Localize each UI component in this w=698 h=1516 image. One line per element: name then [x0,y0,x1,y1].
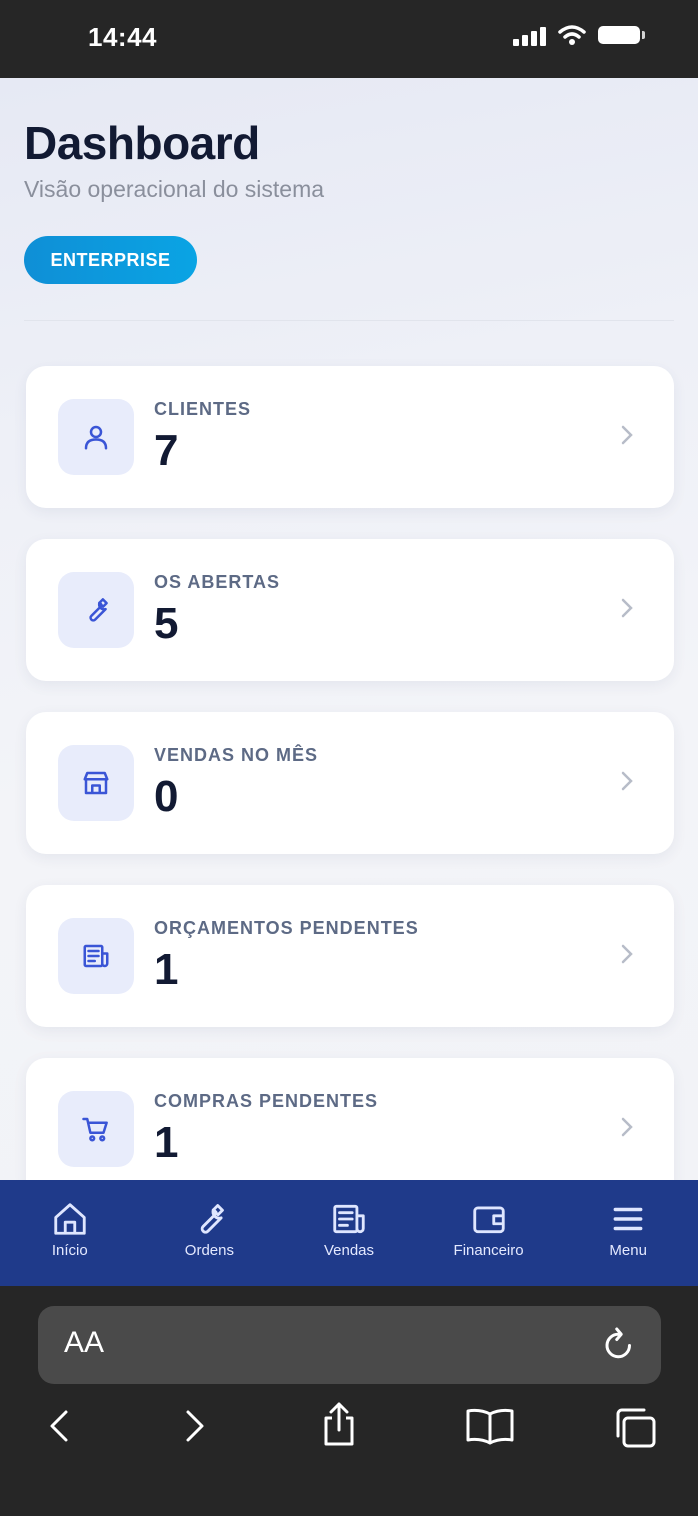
browser-toolbar [0,1402,698,1466]
nav-item-menu[interactable]: Menu [558,1180,698,1286]
cellular-signal-icon [513,24,546,46]
browser-chrome: AA [0,1286,698,1516]
card-compras-pendentes[interactable]: COMPRAS PENDENTES 1 [26,1058,674,1180]
card-clientes[interactable]: CLIENTES 7 [26,366,674,508]
nav-label: Menu [609,1242,647,1259]
chevron-right-icon [621,944,633,964]
card-label: OS ABERTAS [154,572,281,592]
reload-icon[interactable] [601,1324,637,1364]
nav-label: Vendas [323,1242,374,1259]
nav-item-financeiro[interactable]: Financeiro [419,1180,559,1286]
forward-icon[interactable] [180,1406,210,1446]
receipt-icon [58,918,134,994]
card-value: 1 [154,945,179,994]
bottom-nav: Início Ordens Vendas Financeiro Menu [0,1180,698,1286]
card-label: CLIENTES [154,399,252,419]
page-subtitle: Visão operacional do sistema [24,176,325,202]
wrench-icon [58,572,134,648]
header-divider [24,320,674,321]
wifi-icon [558,25,586,45]
chevron-right-icon [621,425,633,445]
address-bar[interactable]: AA [38,1306,661,1384]
tabs-icon[interactable] [612,1406,660,1450]
nav-label: Início [51,1242,88,1259]
card-value: 5 [154,599,179,648]
chevron-right-icon [621,598,633,618]
stat-cards: CLIENTES 7 OS ABERTAS 5 VENDAS NO MÊS 0 … [26,366,674,1180]
dashboard-page: Dashboard Visão operacional do sistema E… [0,78,698,1180]
card-value: 0 [154,772,179,821]
page-title: Dashboard [24,117,260,169]
nav-label: Ordens [184,1242,234,1259]
card-label: ORÇAMENTOS PENDENTES [154,918,419,938]
plan-badge: ENTERPRISE [24,236,197,284]
cart-icon [58,1091,134,1167]
menu-icon [613,1207,643,1231]
chevron-right-icon [621,771,633,791]
card-label: COMPRAS PENDENTES [154,1091,379,1111]
nav-label: Financeiro [453,1242,524,1259]
nav-item-vendas[interactable]: Vendas [279,1180,419,1286]
wrench-icon [201,1204,225,1234]
share-icon[interactable] [318,1400,360,1448]
store-icon [58,745,134,821]
card-os-abertas[interactable]: OS ABERTAS 5 [26,539,674,681]
wallet-icon [472,1206,505,1234]
bookmarks-icon[interactable] [464,1406,516,1446]
back-icon[interactable] [44,1406,74,1446]
battery-icon [598,26,645,44]
receipt-icon [333,1204,365,1234]
card-label: VENDAS NO MÊS [154,745,319,765]
status-bar: 14:44 [0,0,698,78]
status-time: 14:44 [88,22,157,52]
card-vendas-no-mes[interactable]: VENDAS NO MÊS 0 [26,712,674,854]
text-size-button[interactable]: AA [64,1326,104,1360]
card-value: 1 [154,1118,179,1167]
user-icon [58,399,134,475]
chevron-right-icon [621,1117,633,1137]
text-size-label: AA [64,1326,105,1359]
card-orcamentos-pendentes[interactable]: ORÇAMENTOS PENDENTES 1 [26,885,674,1027]
home-icon [54,1203,86,1235]
status-icons [513,24,645,46]
card-value: 7 [154,426,179,475]
nav-item-inicio[interactable]: Início [0,1180,140,1286]
nav-item-ordens[interactable]: Ordens [140,1180,280,1286]
